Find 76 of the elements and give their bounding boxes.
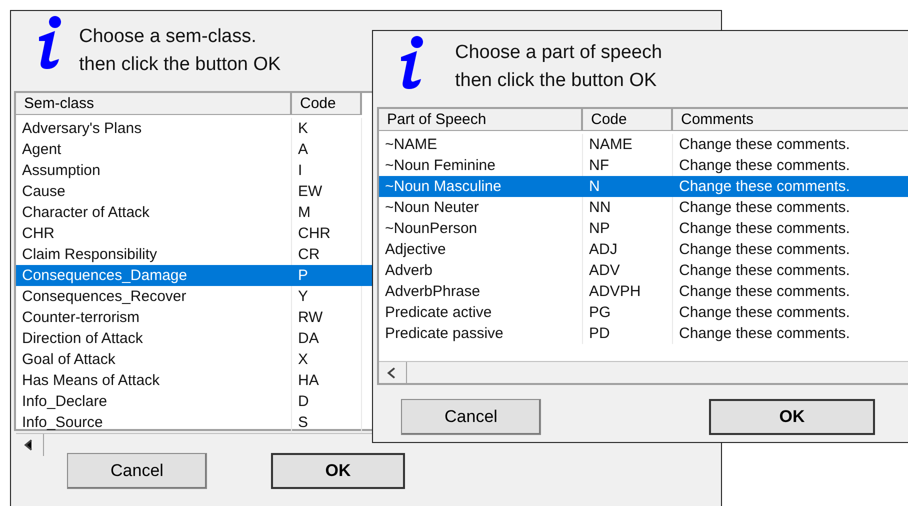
column-header[interactable]: Part of Speech xyxy=(379,109,583,131)
table-cell: Counter-terrorism xyxy=(16,307,292,328)
table-cell: Change these comments. xyxy=(673,323,908,344)
table-cell-text: N xyxy=(588,177,601,197)
table-cell: Change these comments. xyxy=(673,302,908,323)
table-cell: EW xyxy=(292,181,362,202)
list-row[interactable]: Predicate active PG Change these comments. xyxy=(379,302,908,323)
table-cell: Goal of Attack xyxy=(16,349,292,370)
table-cell: ADV xyxy=(583,260,673,281)
table-cell: Adjective xyxy=(379,239,583,260)
list-row[interactable]: ~Noun Masculine N Change these comments. xyxy=(379,176,908,197)
table-cell: M xyxy=(292,202,362,223)
table-cell: NP xyxy=(583,218,673,239)
table-cell: Cause xyxy=(16,181,292,202)
table-cell: A xyxy=(292,139,362,160)
list-row[interactable]: ~Noun Neuter NN Change these comments. xyxy=(379,197,908,218)
table-cell: K xyxy=(292,118,362,139)
list-row[interactable]: Goal of Attack X xyxy=(16,349,652,370)
table-cell: PG xyxy=(583,302,673,323)
list-row[interactable]: Adjective ADJ Change these comments. xyxy=(379,239,908,260)
table-cell-text: ~Noun Masculine xyxy=(384,177,502,197)
table-cell: Change these comments. xyxy=(673,197,908,218)
table-cell: NAME xyxy=(583,134,673,155)
table-cell: Change these comments. xyxy=(673,239,908,260)
table-cell-text: P xyxy=(297,266,310,286)
table-cell: Y xyxy=(292,286,362,307)
message-text: Choose a part of speech xyxy=(455,41,662,65)
table-cell: Change these comments. xyxy=(673,260,908,281)
table-cell: I xyxy=(292,160,362,181)
table-cell: Predicate passive xyxy=(379,323,583,344)
list-row[interactable]: Predicate passive PD Change these comments. xyxy=(379,323,908,344)
table-cell: Consequences_Recover xyxy=(16,286,292,307)
table-cell: D xyxy=(292,391,362,412)
table-cell: ~NounPerson xyxy=(379,218,583,239)
table-cell: ~Noun Neuter xyxy=(379,197,583,218)
column-header[interactable]: Code xyxy=(292,93,362,115)
table-cell: AdverbPhrase xyxy=(379,281,583,302)
list-row[interactable]: ~NounPerson NP Change these comments. xyxy=(379,218,908,239)
list-row[interactable]: Has Means of Attack HA xyxy=(16,370,652,391)
table-cell: Change these comments. xyxy=(673,218,908,239)
message-text: then click the button OK xyxy=(455,69,658,93)
cancel-button[interactable]: Cancel xyxy=(67,453,207,489)
table-cell: Has Means of Attack xyxy=(16,370,292,391)
ok-button[interactable]: OK xyxy=(271,453,405,489)
table-cell: Assumption xyxy=(16,160,292,181)
column-header[interactable]: Sem-class xyxy=(16,93,292,115)
table-cell: Change these comments. xyxy=(673,134,908,155)
table-cell: CHR xyxy=(292,223,362,244)
table-cell-text: Change these comments. xyxy=(678,177,851,197)
table-cell: PD xyxy=(583,323,673,344)
ok-button[interactable]: OK xyxy=(709,399,875,435)
table-cell: RW xyxy=(292,307,362,328)
table-cell: Info_Declare xyxy=(16,391,292,412)
column-header[interactable]: Comments xyxy=(673,109,908,131)
table-cell: NN xyxy=(583,197,673,218)
table-cell: Adverb xyxy=(379,260,583,281)
table-cell: DA xyxy=(292,328,362,349)
table-cell: HA xyxy=(292,370,362,391)
cancel-button[interactable]: Cancel xyxy=(401,399,541,435)
table-cell-text: Consequences_Damage xyxy=(21,266,188,286)
table-cell: X xyxy=(292,349,362,370)
table-cell: Agent xyxy=(16,139,292,160)
list-row[interactable]: ~NAME NAME Change these comments. xyxy=(379,134,908,155)
table-cell: Character of Attack xyxy=(16,202,292,223)
table-cell: Adversary's Plans xyxy=(16,118,292,139)
message-text: Choose a sem-class. xyxy=(79,25,258,49)
table-cell: Direction of Attack xyxy=(16,328,292,349)
table-cell: Predicate active xyxy=(379,302,583,323)
table-cell: ADJ xyxy=(583,239,673,260)
horizontal-scrollbar[interactable] xyxy=(379,361,908,383)
table-cell: Change these comments. xyxy=(673,281,908,302)
table-cell: ADVPH xyxy=(583,281,673,302)
message-text: then click the button OK xyxy=(79,53,281,77)
table-cell: ~NAME xyxy=(379,134,583,155)
table-cell: CHR xyxy=(16,223,292,244)
column-header[interactable]: Code xyxy=(583,109,673,131)
